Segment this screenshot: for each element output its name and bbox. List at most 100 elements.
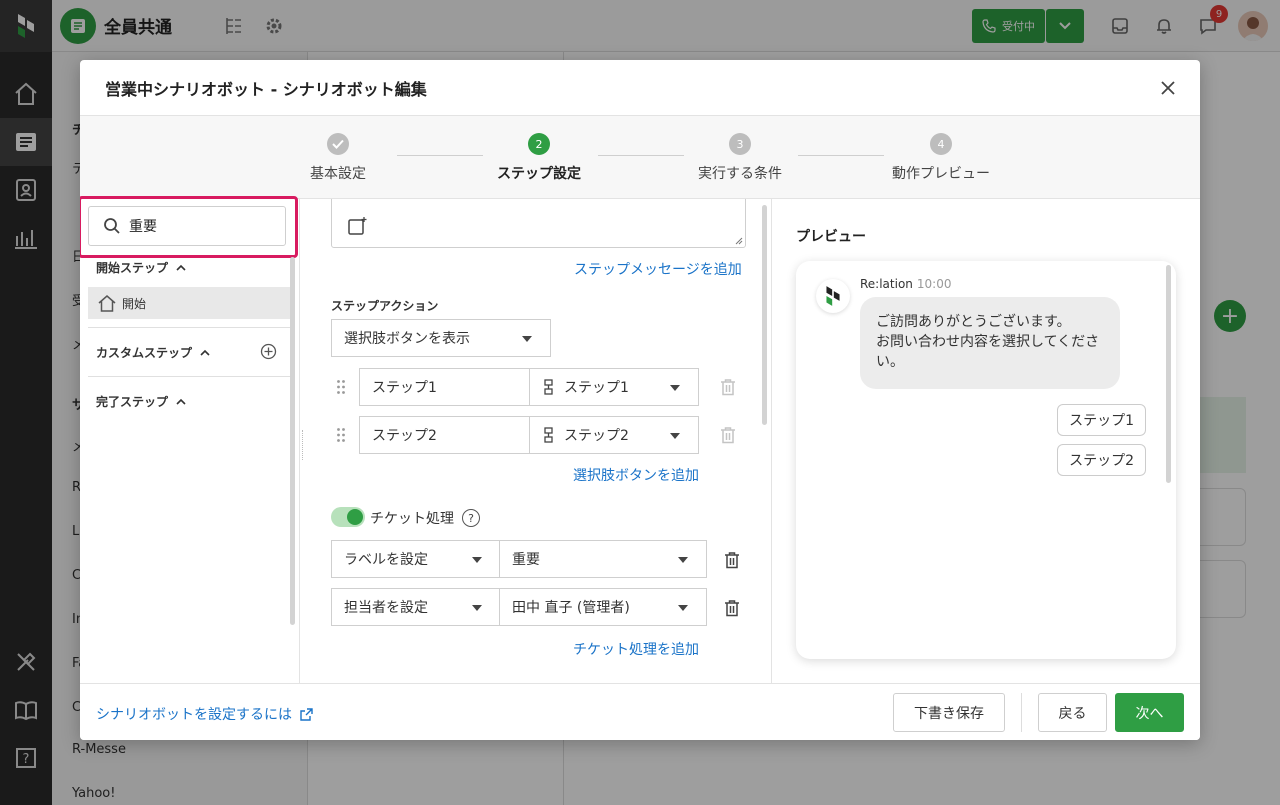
home-icon [98,294,116,312]
chevron-up-icon [176,398,186,405]
chat-preview: Re:lation 10:00 ご訪問ありがとうございます。 お問い合わせ内容を選… [796,261,1176,659]
preview-choice-button[interactable]: ステップ2 [1057,444,1146,476]
message-time: 10:00 [916,277,952,291]
close-icon[interactable] [1158,78,1178,98]
save-draft-button[interactable]: 下書き保存 [893,693,1005,732]
section-complete-steps[interactable]: 完了ステップ [96,393,186,410]
check-icon [327,133,349,155]
caret-down-icon [678,557,688,563]
next-button[interactable]: 次へ [1115,693,1184,732]
step-step-settings[interactable]: 2 ステップ設定 [479,133,599,183]
trash-icon[interactable] [720,426,736,444]
step-label: 動作プレビュー [892,166,990,182]
add-custom-step-icon[interactable] [260,343,277,360]
tree-item-label: 開始 [122,296,147,311]
preview-title: プレビュー [796,229,866,245]
ticket-value-select[interactable]: 田中 直子 (管理者) [499,588,707,626]
tree-item-start[interactable]: 開始 [88,287,290,319]
step-node-icon [544,427,554,443]
ticket-action: ラベルを設定 [344,552,428,568]
choice-text: ステップ1 [372,380,437,396]
caret-down-icon [670,385,680,391]
step-label: ステップ設定 [497,166,581,182]
chevron-up-icon [176,264,186,271]
modal-footer: シナリオボットを設定するには 下書き保存 戻る 次へ [80,683,1200,740]
step-conditions[interactable]: 3 実行する条件 [680,133,800,183]
step-number: 4 [930,133,952,155]
trash-icon[interactable] [724,551,740,569]
ticket-action-select[interactable]: ラベルを設定 [331,540,501,578]
section-custom-steps[interactable]: カスタムステップ [96,344,210,361]
caret-down-icon [670,433,680,439]
caret-down-icon [678,605,688,611]
divider [1021,693,1022,732]
step-connector [598,155,684,156]
external-link-icon [300,707,313,721]
help-link-text: シナリオボットを設定するには [96,707,292,723]
section-label: 完了ステップ [96,395,169,409]
divider [88,327,290,328]
ticket-action: 担当者を設定 [344,600,428,616]
chevron-up-icon [200,349,210,356]
ticket-value: 田中 直子 (管理者) [512,600,630,616]
bot-message-bubble: ご訪問ありがとうございます。 お問い合わせ内容を選択してください。 [860,297,1120,389]
select-value: 選択肢ボタンを表示 [344,331,470,347]
add-choice-button-link[interactable]: 選択肢ボタンを追加 [573,465,699,485]
ticket-processing-toggle[interactable] [331,507,365,527]
preview-panel: プレビュー Re:lation 10:00 ご訪問ありがとうございます。 お問い合… [772,199,1200,683]
help-link[interactable]: シナリオボットを設定するには [96,704,313,724]
insert-image-icon[interactable] [347,216,367,236]
stepper: 基本設定 2 ステップ設定 3 実行する条件 4 動作プレビュー [80,116,1200,199]
preview-choice-button[interactable]: ステップ1 [1057,404,1146,436]
scenario-bot-edit-modal: 営業中シナリオボット - シナリオボット編集 基本設定 2 ステップ設定 3 実… [80,60,1200,740]
step-tree-panel: 開始ステップ 開始 カスタムステップ 完了ステップ [80,196,300,683]
message-line: お問い合わせ内容を選択してください。 [876,334,1100,370]
divider [88,376,290,377]
trash-icon[interactable] [724,599,740,617]
message-line: ご訪問ありがとうございます。 [876,314,1071,330]
step-action-label: ステップアクション [331,299,439,313]
section-start-steps[interactable]: 開始ステップ [96,259,186,276]
help-icon[interactable]: ? [462,509,480,527]
step-message-textarea[interactable] [331,199,746,248]
step-form-panel: ステップメッセージを追加 ステップアクション 選択肢ボタンを表示 ステップ1 ス… [306,199,772,683]
choice-text-input[interactable]: ステップ2 [359,416,531,454]
ticket-value: 重要 [512,552,540,568]
modal-title: 営業中シナリオボット - シナリオボット編集 [105,79,427,99]
section-label: 開始ステップ [96,261,169,275]
choice-target: ステップ2 [564,428,629,444]
step-label: 実行する条件 [698,166,782,182]
choice-target-select[interactable]: ステップ2 [529,416,699,454]
bot-avatar-icon [816,279,850,313]
bot-name-line: Re:lation 10:00 [860,277,952,291]
resize-handle-icon[interactable] [735,237,743,245]
step-connector [397,155,483,156]
panel-resize-handle[interactable] [302,430,304,460]
choice-text-input[interactable]: ステップ1 [359,368,531,406]
back-button[interactable]: 戻る [1038,693,1107,732]
add-step-message-link[interactable]: ステップメッセージを追加 [574,259,742,279]
step-basic-settings[interactable]: 基本設定 [278,133,398,183]
drag-handle-icon[interactable] [336,379,346,395]
section-label: カスタムステップ [96,346,193,360]
preview-scrollbar[interactable] [1166,265,1171,483]
left-scrollbar[interactable] [290,257,295,625]
middle-scrollbar[interactable] [762,205,767,425]
drag-handle-icon[interactable] [336,427,346,443]
step-number: 3 [729,133,751,155]
toggle-label-text: チケット処理 [370,511,454,527]
step-action-select[interactable]: 選択肢ボタンを表示 [331,319,551,357]
choice-target-select[interactable]: ステップ1 [529,368,699,406]
bot-name: Re:lation [860,277,913,291]
add-ticket-processing-link[interactable]: チケット処理を追加 [573,639,699,659]
ticket-action-select[interactable]: 担当者を設定 [331,588,501,626]
caret-down-icon [472,605,482,611]
choice-text: ステップ2 [372,428,437,444]
choice-target: ステップ1 [564,380,629,396]
step-preview[interactable]: 4 動作プレビュー [881,133,1001,183]
caret-down-icon [472,557,482,563]
caret-down-icon [522,336,532,342]
ticket-value-select[interactable]: 重要 [499,540,707,578]
trash-icon[interactable] [720,378,736,396]
step-node-icon [544,379,554,395]
